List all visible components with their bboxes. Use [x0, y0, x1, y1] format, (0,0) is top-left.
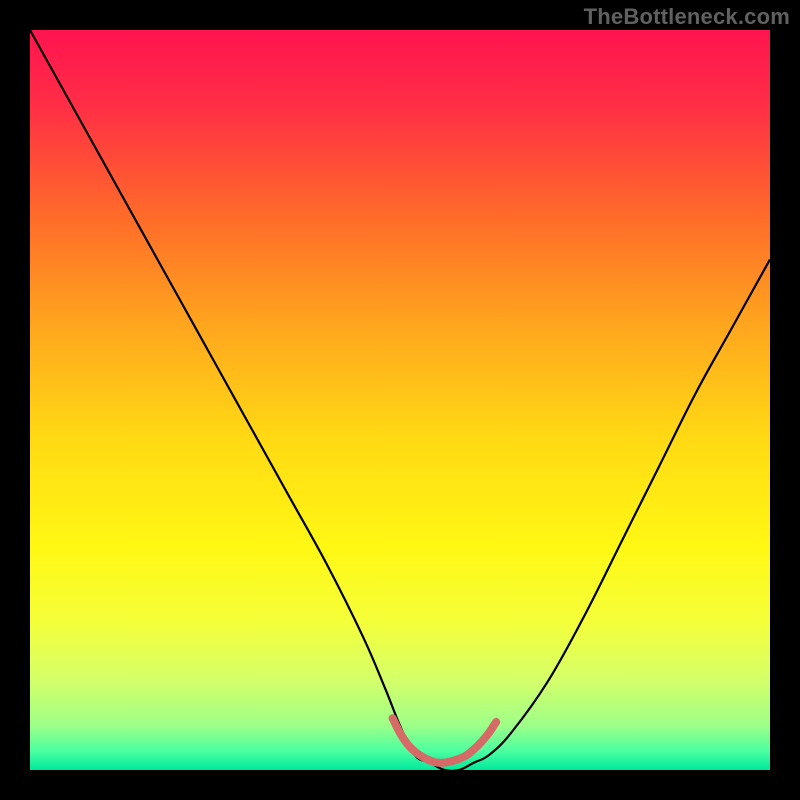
gradient-background: [30, 30, 770, 770]
chart-svg: [30, 30, 770, 770]
plot-area: [30, 30, 770, 770]
watermark-text: TheBottleneck.com: [584, 6, 790, 28]
chart-stage: TheBottleneck.com: [0, 0, 800, 800]
